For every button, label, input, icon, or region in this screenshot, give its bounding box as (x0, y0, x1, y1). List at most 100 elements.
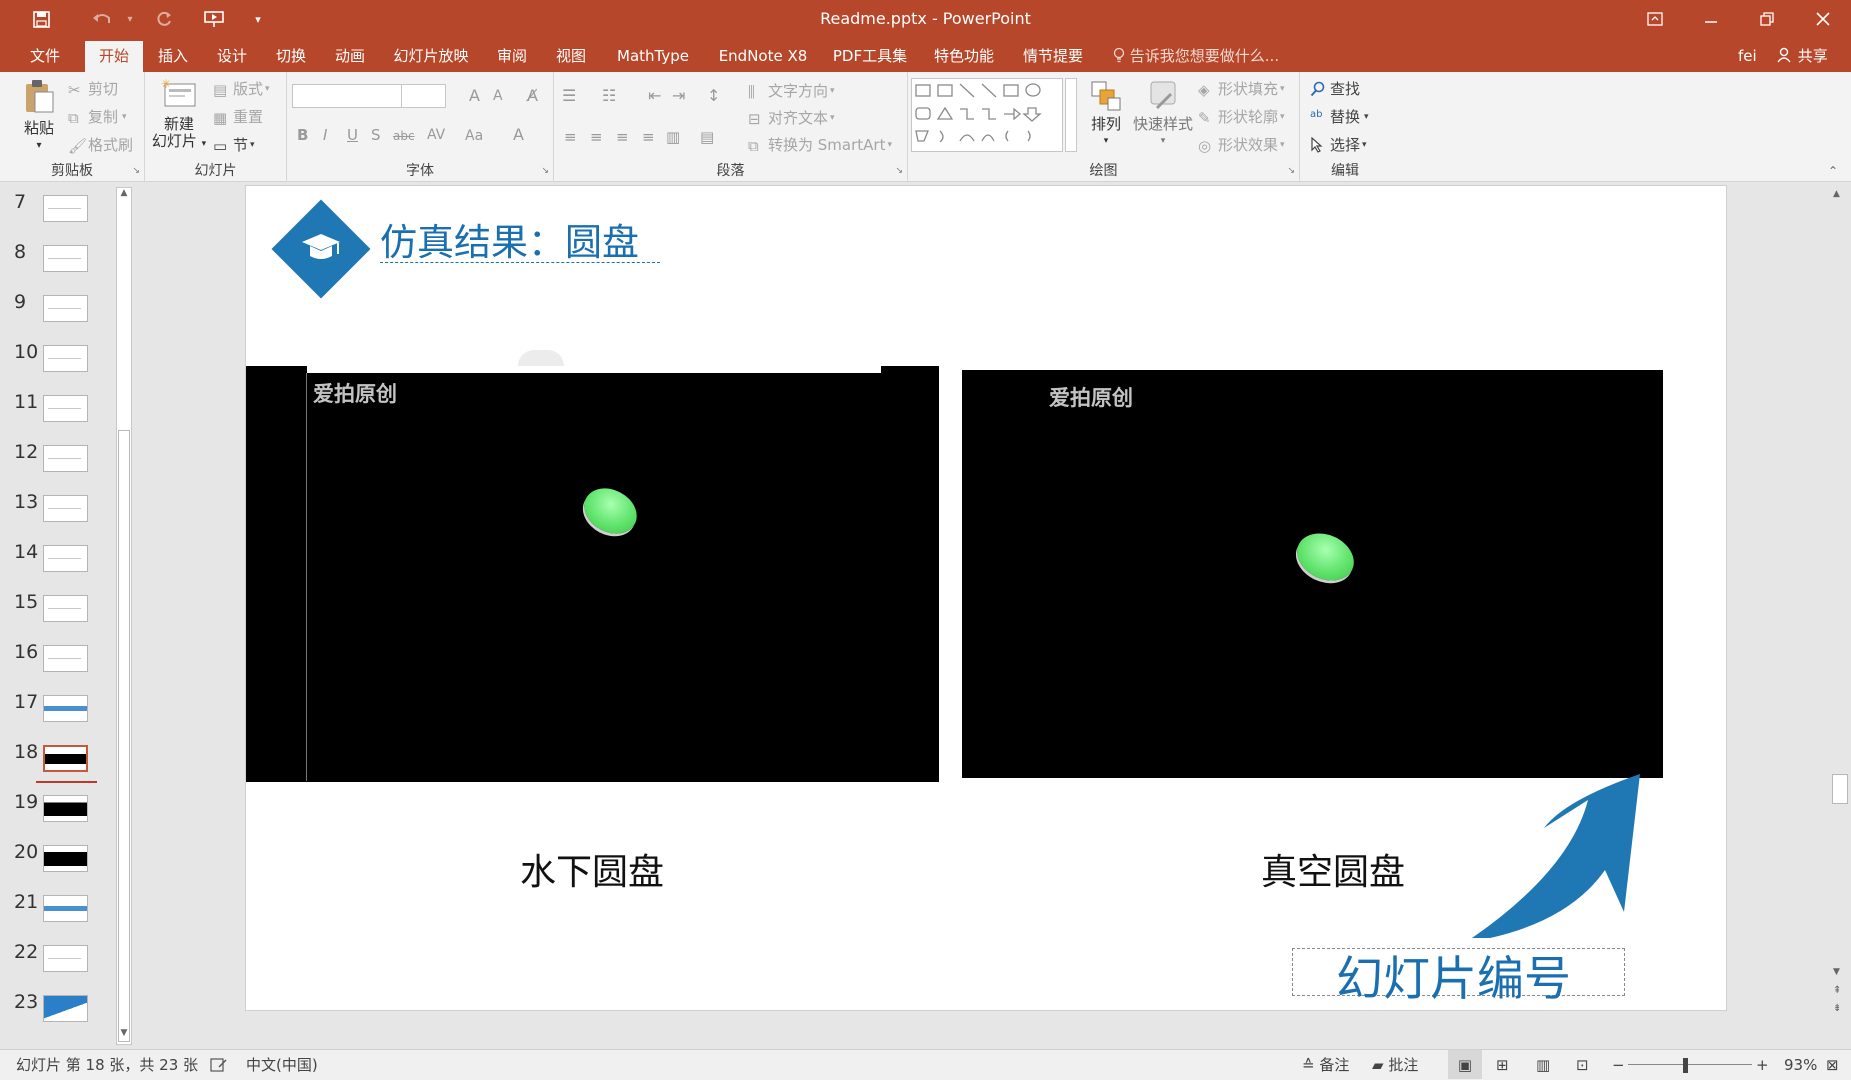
user-name[interactable]: fei (1738, 41, 1757, 72)
thumbnail-15[interactable]: 15 (0, 591, 110, 631)
minimize-icon[interactable] (1683, 0, 1739, 38)
align-left-icon[interactable]: ≡ (564, 128, 577, 146)
slide-number-text[interactable]: 幻灯片编号 (1336, 940, 1571, 1009)
shape-fill-button[interactable]: ◈ 形状填充 ▾ (1198, 78, 1285, 99)
undo-dropdown-icon[interactable]: ▾ (120, 0, 140, 38)
editor-scroll-thumb[interactable] (1832, 774, 1848, 804)
cut-button[interactable]: ✂ 剪切 (68, 78, 118, 99)
section-button[interactable]: ▭ 节 ▾ (213, 134, 255, 155)
increase-indent-icon[interactable]: ⇥ (672, 86, 685, 105)
undo-icon[interactable] (84, 0, 120, 38)
clipboard-launcher-icon[interactable]: ↘ (132, 166, 140, 176)
fit-to-window-icon[interactable]: ⊠ (1826, 1050, 1839, 1080)
thumbnail-20[interactable]: 20 (0, 841, 110, 881)
shape-effects-button[interactable]: ◎ 形状效果 ▾ (1198, 134, 1285, 155)
reading-view-icon[interactable]: ▥ (1536, 1050, 1550, 1080)
tab-review[interactable]: 审阅 (489, 41, 535, 72)
thumbnail-22[interactable]: 22 (0, 941, 110, 981)
tab-transitions[interactable]: 切换 (268, 41, 314, 72)
language-indicator[interactable]: 中文(中国) (246, 1050, 318, 1080)
tell-me-search[interactable]: 告诉我您想要做什么... (1113, 41, 1279, 72)
drawing-launcher-icon[interactable]: ↘ (1287, 166, 1295, 176)
font-launcher-icon[interactable]: ↘ (541, 166, 549, 176)
align-center-icon[interactable]: ≡ (590, 128, 603, 146)
shapes-gallery[interactable] (911, 78, 1063, 152)
shapes-gallery-scroll[interactable] (1065, 78, 1077, 152)
arrange-button[interactable]: 排列 ▾ (1086, 80, 1126, 150)
thumbnail-21[interactable]: 21 (0, 891, 110, 931)
find-button[interactable]: 查找 (1310, 78, 1360, 99)
share-button[interactable]: 共享 (1773, 41, 1843, 72)
zoom-slider[interactable] (1628, 1064, 1752, 1065)
thumbnail-9[interactable]: 9 (0, 291, 110, 331)
shadow-button[interactable]: S (371, 126, 381, 144)
tab-view[interactable]: 视图 (548, 41, 594, 72)
scroll-down-icon[interactable]: ▼ (117, 1028, 131, 1044)
strikethrough-button[interactable]: abc (393, 129, 415, 143)
tab-storyboarding[interactable]: 情节提要 (1015, 41, 1091, 72)
customize-qat-icon[interactable]: ▾ (240, 0, 276, 38)
thumbnail-8[interactable]: 8 (0, 241, 110, 281)
grow-font-icon[interactable]: A (469, 86, 480, 105)
thumbnail-19[interactable]: 19 (0, 791, 110, 831)
close-icon[interactable] (1795, 0, 1851, 38)
spell-check-icon[interactable] (210, 1050, 228, 1080)
curved-arrow[interactable] (1460, 770, 1645, 940)
convert-smartart-button[interactable]: ⧉ 转换为 SmartArt ▾ (748, 134, 892, 155)
thumbnail-16[interactable]: 16 (0, 641, 110, 681)
shape-outline-button[interactable]: ✎ 形状轮廓 ▾ (1198, 106, 1285, 127)
bullets-icon[interactable]: ☰ (562, 86, 576, 105)
slide-counter[interactable]: 幻灯片 第 18 张，共 23 张 (16, 1050, 198, 1080)
scroll-up-icon[interactable]: ▲ (1833, 189, 1840, 199)
thumbnail-18[interactable]: 18 (0, 741, 110, 781)
paste-button[interactable]: 粘贴 ▾ (14, 78, 64, 154)
caption-vacuum[interactable]: 真空圆盘 (1261, 843, 1405, 895)
scroll-up-icon[interactable]: ▲ (117, 188, 131, 204)
editor-scrollbar[interactable]: ▲ ▼ ⇞ ⇟ (1829, 183, 1851, 1049)
tab-home[interactable]: 开始 (85, 41, 143, 72)
normal-view-icon[interactable]: ▣ (1448, 1050, 1482, 1079)
redo-icon[interactable] (146, 0, 182, 38)
tab-design[interactable]: 设计 (209, 41, 255, 72)
distributed-icon[interactable]: ▥ (666, 128, 680, 146)
thumbnail-scrollbar[interactable]: ▲ ▼ (116, 187, 132, 1045)
thumbnail-13[interactable]: 13 (0, 491, 110, 531)
quick-styles-button[interactable]: 快速样式 ▾ (1130, 80, 1196, 150)
ribbon-display-options-icon[interactable] (1627, 0, 1683, 38)
thumbnail-14[interactable]: 14 (0, 541, 110, 581)
align-text-button[interactable]: ⊟ 对齐文本 ▾ (748, 107, 835, 128)
shrink-font-icon[interactable]: A (493, 88, 503, 104)
justify-icon[interactable]: ≡ (642, 128, 655, 146)
previous-slide-icon[interactable]: ⇞ (1833, 985, 1841, 996)
slide-sorter-icon[interactable]: ⊞ (1496, 1050, 1509, 1080)
format-painter-button[interactable]: 🖌 格式刷 (68, 134, 133, 155)
next-slide-icon[interactable]: ⇟ (1833, 1003, 1841, 1014)
text-direction-button[interactable]: ⫼ 文字方向 ▾ (748, 80, 835, 101)
thumbnail-11[interactable]: 11 (0, 391, 110, 431)
bold-button[interactable]: B (297, 126, 308, 144)
replace-button[interactable]: ab 替换 ▾ (1310, 106, 1369, 127)
tab-file[interactable]: 文件 (16, 41, 74, 72)
comments-button[interactable]: ▰ 批注 (1372, 1050, 1418, 1080)
font-color-button[interactable]: A (513, 125, 524, 144)
caption-underwater[interactable]: 水下圆盘 (520, 843, 664, 895)
thumbnail-10[interactable]: 10 (0, 341, 110, 381)
font-family-dropdown[interactable] (292, 84, 402, 108)
video-underwater-disk[interactable] (246, 366, 939, 782)
thumbnail-7[interactable]: 7 (0, 191, 110, 231)
thumbnail-17[interactable]: 17 (0, 691, 110, 731)
tab-mathtype[interactable]: MathType (607, 41, 699, 72)
slideshow-view-icon[interactable]: ⊡ (1576, 1050, 1589, 1080)
thumbnail-12[interactable]: 12 (0, 441, 110, 481)
tab-pdf-tools[interactable]: PDF工具集 (827, 41, 913, 72)
paragraph-launcher-icon[interactable]: ↘ (895, 166, 903, 176)
notes-button[interactable]: ≙ 备注 (1302, 1050, 1349, 1080)
italic-button[interactable]: I (323, 126, 327, 144)
tab-endnote[interactable]: EndNote X8 (712, 41, 814, 72)
tab-animations[interactable]: 动画 (327, 41, 373, 72)
tab-slideshow[interactable]: 幻灯片放映 (386, 41, 476, 72)
reset-button[interactable]: ▦ 重置 (213, 106, 263, 127)
line-spacing-icon[interactable]: ↕ (707, 86, 720, 105)
font-size-dropdown[interactable] (401, 84, 446, 108)
start-from-beginning-icon[interactable] (196, 0, 232, 38)
